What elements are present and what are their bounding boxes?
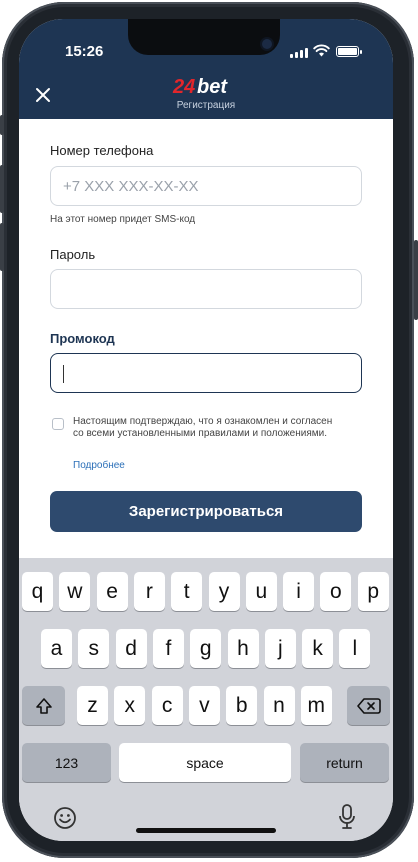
volume-up-button	[0, 165, 4, 213]
key-u[interactable]: u	[245, 572, 277, 611]
key-o[interactable]: o	[320, 572, 352, 611]
page-subtitle: Регистрация	[176, 100, 236, 111]
numbers-key[interactable]: 123	[22, 743, 111, 782]
power-button	[414, 240, 418, 320]
password-input[interactable]	[50, 269, 362, 309]
app-header: 15:26 24 bet Регистрация	[19, 19, 393, 119]
space-key[interactable]: space	[119, 743, 291, 782]
shift-key[interactable]	[22, 686, 65, 725]
key-s[interactable]: s	[78, 629, 110, 668]
key-l[interactable]: l	[339, 629, 371, 668]
battery-icon	[336, 46, 362, 57]
emoji-icon[interactable]	[53, 806, 77, 830]
brand-logo: 24 bet	[172, 76, 228, 98]
key-x[interactable]: x	[114, 686, 146, 725]
phone-hint: На этот номер придет SMS-код	[50, 214, 196, 225]
key-i[interactable]: i	[283, 572, 315, 611]
key-q[interactable]: q	[22, 572, 53, 611]
key-e[interactable]: e	[96, 572, 128, 611]
key-g[interactable]: g	[190, 629, 222, 668]
backspace-icon	[356, 697, 381, 714]
key-z[interactable]: z	[77, 686, 108, 725]
logo-word: bet	[197, 76, 228, 98]
key-d[interactable]: d	[115, 629, 147, 668]
key-v[interactable]: v	[188, 686, 220, 725]
notch	[128, 19, 280, 55]
microphone-icon[interactable]	[338, 804, 356, 830]
more-info-link[interactable]: Подробнее	[73, 460, 125, 471]
key-c[interactable]: c	[151, 686, 183, 725]
action-button	[0, 115, 4, 135]
key-b[interactable]: b	[226, 686, 258, 725]
signal-icon	[290, 48, 308, 58]
front-camera	[262, 39, 272, 49]
phone-input[interactable]	[50, 166, 362, 206]
screen: 15:26 24 bet Регистрация Номер телефона …	[19, 19, 393, 841]
text-cursor	[63, 365, 64, 383]
key-j[interactable]: j	[264, 629, 296, 668]
key-m[interactable]: m	[300, 686, 332, 725]
key-f[interactable]: f	[152, 629, 184, 668]
key-w[interactable]: w	[59, 572, 91, 611]
password-label: Пароль	[50, 247, 96, 262]
status-bar: 15:26	[19, 19, 393, 69]
key-r[interactable]: r	[133, 572, 165, 611]
key-a[interactable]: a	[41, 629, 72, 668]
key-n[interactable]: n	[263, 686, 295, 725]
backspace-key[interactable]	[347, 686, 390, 725]
key-t[interactable]: t	[171, 572, 203, 611]
promo-input[interactable]	[50, 353, 362, 393]
consent-checkbox[interactable]	[52, 418, 64, 430]
wifi-icon	[313, 44, 330, 57]
promo-label: Промокод	[50, 331, 115, 346]
shift-icon	[35, 697, 52, 714]
keyboard: qwertyuiop asdfghjkl zxcvbnm 123 space r…	[19, 558, 393, 841]
home-indicator[interactable]	[136, 828, 276, 833]
status-time: 15:26	[65, 43, 104, 60]
return-key[interactable]: return	[300, 743, 389, 782]
register-button[interactable]: Зарегистрироваться	[50, 491, 362, 532]
key-k[interactable]: k	[302, 629, 334, 668]
volume-down-button	[0, 223, 4, 271]
phone-label: Номер телефона	[50, 143, 154, 158]
key-h[interactable]: h	[227, 629, 259, 668]
logo-number: 24	[172, 76, 195, 98]
key-p[interactable]: p	[357, 572, 389, 611]
consent-text: Настоящим подтверждаю, что я ознакомлен …	[73, 416, 333, 439]
key-y[interactable]: y	[208, 572, 240, 611]
